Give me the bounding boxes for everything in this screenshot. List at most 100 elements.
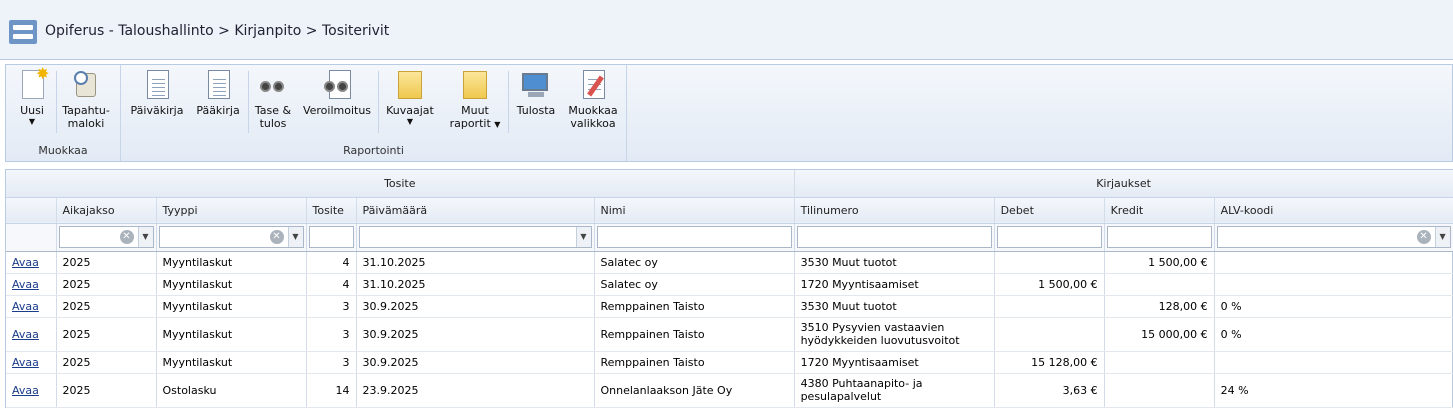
cell-kredit: 1 500,00 € [1104, 251, 1215, 274]
open-link[interactable]: Avaa [12, 278, 39, 291]
cell-paivamaara: 30.9.2025 [356, 351, 595, 374]
other-reports-button[interactable]: Muut raportit ▼ [447, 69, 503, 131]
journal-button[interactable]: Päiväkirja [129, 69, 185, 117]
charts-button[interactable]: Kuvaajat ▼ [383, 69, 437, 127]
balance-sheet-button[interactable]: Tase & tulos [251, 69, 295, 130]
cell-tilinumero: 1720 Myyntisaamiset [794, 273, 995, 296]
cell-tosite: 3 [306, 317, 357, 352]
clear-icon[interactable]: ✕ [1416, 230, 1431, 244]
ribbon-group-label: Muokkaa [38, 144, 88, 157]
column-header-tyyppi[interactable]: Tyyppi [156, 197, 307, 224]
chevron-down-icon[interactable]: ▼ [287, 227, 303, 247]
general-ledger-label: Pääkirja [196, 104, 240, 117]
cell-paivamaara: 31.10.2025 [356, 251, 595, 274]
filter-tyyppi[interactable]: ✕ ▼ [158, 226, 304, 248]
new-button[interactable]: ✸ Uusi ▼ [10, 66, 54, 127]
column-header-tosite[interactable]: Tosite [306, 197, 357, 224]
cell-kredit: 15 000,00 € [1104, 317, 1215, 352]
general-ledger-button[interactable]: Pääkirja [193, 69, 243, 117]
balance-sheet-label-2: tulos [259, 117, 287, 130]
cell-nimi: Remppainen Taisto [594, 295, 795, 318]
open-link[interactable]: Avaa [12, 256, 39, 269]
chevron-down-icon[interactable]: ▼ [137, 227, 153, 247]
table-row: Avaa 2025 Myyntilaskut 4 31.10.2025 Sala… [6, 273, 1453, 296]
chevron-down-icon[interactable]: ▼ [575, 227, 591, 247]
cell-debet [994, 295, 1105, 318]
filter-cell-empty [6, 223, 57, 252]
column-header-aikajakso[interactable]: Aikajakso [56, 197, 157, 224]
tax-return-label: Veroilmoitus [302, 104, 372, 117]
filter-nimi[interactable] [596, 226, 792, 248]
account-line-1: 3530 Muut tuotot [800, 299, 897, 313]
edit-menu-label-2: valikkoa [570, 117, 616, 130]
new-button-label: Uusi [20, 104, 44, 117]
cell-aikajakso: 2025 [56, 317, 157, 352]
cell-paivamaara: 31.10.2025 [356, 273, 595, 296]
open-link[interactable]: Avaa [12, 356, 39, 369]
open-link[interactable]: Avaa [12, 328, 39, 341]
column-header-alv[interactable]: ALV-koodi [1214, 197, 1453, 224]
journal-label: Päiväkirja [130, 104, 184, 117]
ribbon-toolbar: ✸ Uusi ▼ Tapahtu- maloki Muokkaa Päiväki… [5, 64, 1453, 162]
account-line-1: 1720 Myyntisaamiset [800, 277, 919, 291]
binoculars-icon [257, 69, 289, 101]
chevron-down-icon[interactable]: ▼ [1434, 227, 1450, 247]
cell-debet: 3,63 € [994, 373, 1105, 408]
cell-alv [1214, 251, 1453, 274]
column-header-paivamaara[interactable]: Päivämäärä [356, 197, 595, 224]
cell-aikajakso: 2025 [56, 251, 157, 274]
cell-nimi: Onnelanlaakson Jäte Oy [594, 373, 795, 408]
cell-kredit [1104, 373, 1215, 408]
menu-icon-bar [13, 34, 33, 39]
clock-scroll-icon [70, 69, 102, 101]
cell-aikajakso: 2025 [56, 273, 157, 296]
cell-tyyppi: Myyntilaskut [156, 273, 307, 296]
column-header-debet[interactable]: Debet [994, 197, 1105, 224]
filter-alv[interactable]: ✕ ▼ [1216, 226, 1451, 248]
ribbon-group-muokkaa: ✸ Uusi ▼ Tapahtu- maloki Muokkaa [6, 65, 121, 161]
cell-debet [994, 251, 1105, 274]
ribbon-group-raportointi: Päiväkirja Pääkirja Tase & tulos Veroilm… [121, 65, 627, 161]
open-link[interactable]: Avaa [12, 300, 39, 313]
filter-tilinumero[interactable] [796, 226, 992, 248]
cell-tyyppi: Myyntilaskut [156, 295, 307, 318]
menu-icon[interactable] [9, 20, 37, 44]
column-header-kredit[interactable]: Kredit [1104, 197, 1215, 224]
print-button[interactable]: Tulosta [513, 69, 559, 117]
filter-debet[interactable] [996, 226, 1102, 248]
filter-aikajakso[interactable]: ✕ ▼ [58, 226, 154, 248]
cell-tyyppi: Myyntilaskut [156, 251, 307, 274]
account-line-1: 3530 Muut tuotot [800, 255, 897, 269]
cell-debet: 15 128,00 € [994, 351, 1105, 374]
clear-icon[interactable]: ✕ [269, 230, 284, 244]
tax-return-button[interactable]: Veroilmoitus [301, 69, 373, 117]
cell-tosite: 3 [306, 295, 357, 318]
event-log-button[interactable]: Tapahtu- maloki [59, 69, 113, 130]
cell-tilinumero: 3530 Muut tuotot [794, 251, 995, 274]
filter-tosite[interactable] [308, 226, 354, 248]
edit-menu-button[interactable]: Muokkaa valikkoa [565, 69, 621, 130]
account-line-1: 1720 Myyntisaamiset [800, 355, 919, 369]
other-reports-label-2: raportit [449, 117, 491, 130]
cell-nimi: Salatec oy [594, 251, 795, 274]
table-row: Avaa 2025 Myyntilaskut 3 30.9.2025 Rempp… [6, 351, 1453, 374]
clear-icon[interactable]: ✕ [119, 230, 134, 244]
event-log-label-1: Tapahtu- [62, 104, 110, 117]
cell-tosite: 4 [306, 273, 357, 296]
print-label: Tulosta [516, 104, 556, 117]
balance-sheet-label-1: Tase & [254, 104, 292, 117]
open-link[interactable]: Avaa [12, 384, 39, 397]
table-row: Avaa 2025 Myyntilaskut 4 31.10.2025 Sala… [6, 251, 1453, 274]
column-header-tilinumero[interactable]: Tilinumero [794, 197, 995, 224]
column-header-nimi[interactable]: Nimi [594, 197, 795, 224]
cell-alv: 0 % [1214, 317, 1453, 352]
filter-paivamaara[interactable]: ▼ [358, 226, 592, 248]
cell-alv [1214, 351, 1453, 374]
breadcrumb: Opiferus - Taloushallinto > Kirjanpito >… [45, 23, 390, 39]
cell-tilinumero: 1720 Myyntisaamiset [794, 351, 995, 374]
cell-aikajakso: 2025 [56, 373, 157, 408]
event-log-label-2: maloki [67, 117, 105, 130]
filter-kredit[interactable] [1106, 226, 1212, 248]
table-row: Avaa 2025 Ostolasku 14 23.9.2025 Onnelan… [6, 373, 1453, 408]
cell-kredit [1104, 351, 1215, 374]
